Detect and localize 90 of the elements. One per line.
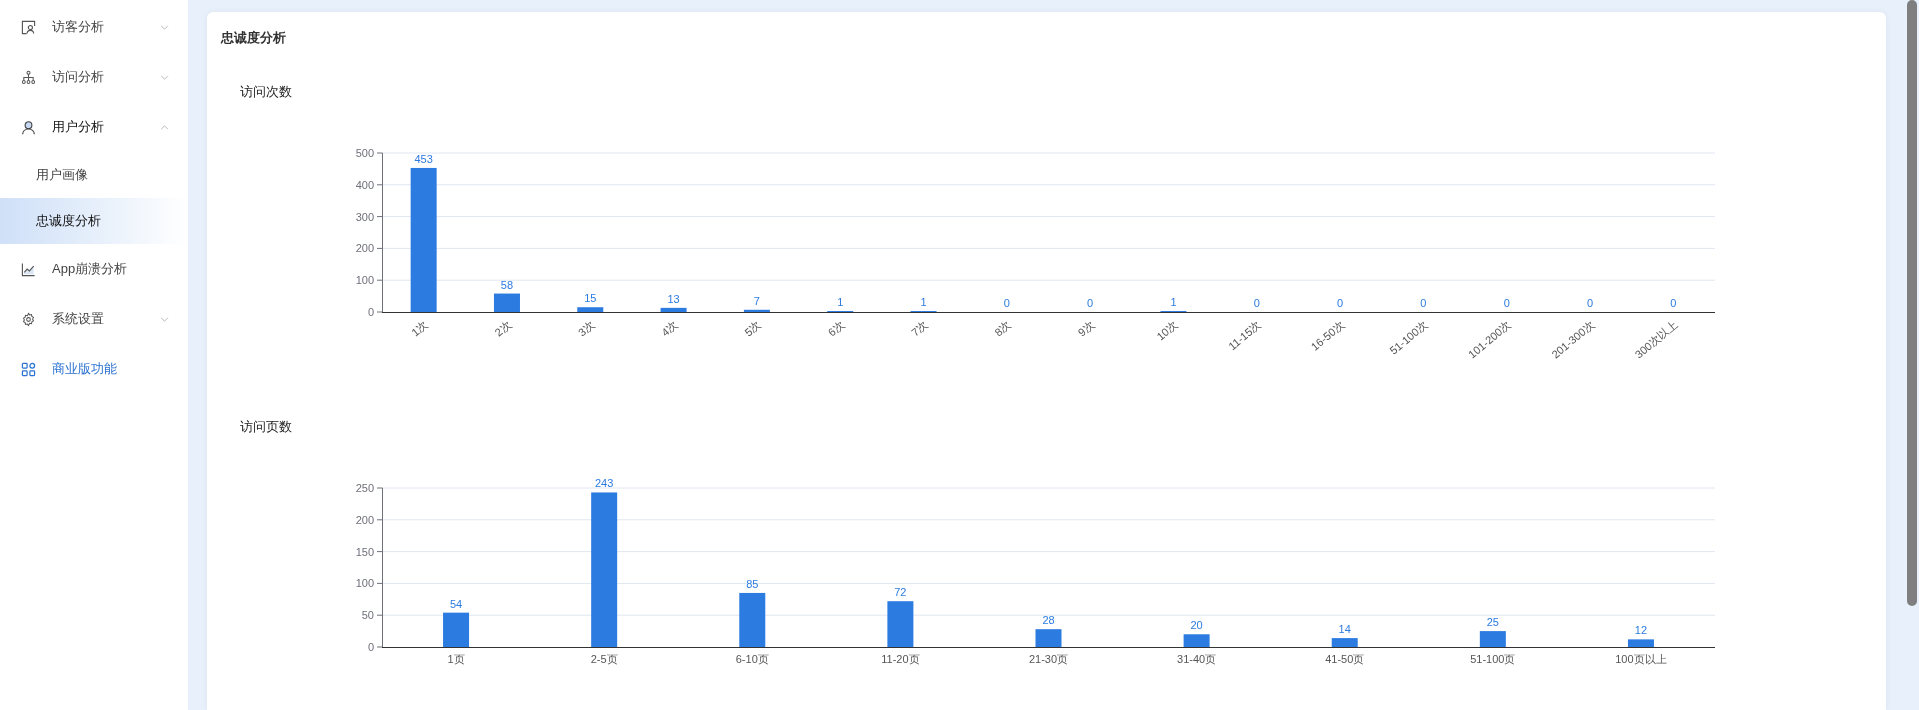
bar [739, 592, 766, 647]
category-label: 3次 [575, 318, 597, 339]
y-tick-label: 150 [355, 545, 374, 558]
category-label: 51-100页 [1470, 653, 1516, 665]
person-frame-icon [21, 19, 36, 35]
value-label: 1 [920, 296, 927, 308]
y-tick-label: 0 [367, 306, 374, 318]
value-label: 12 [1634, 624, 1648, 637]
menu-item[interactable]: 访客分析 [0, 2, 188, 52]
category-label: 9次 [1075, 318, 1097, 339]
value-label: 25 [1486, 616, 1499, 629]
category-label: 1次 [409, 318, 430, 339]
y-tick-label: 100 [355, 274, 374, 287]
value-label: 0 [1503, 297, 1510, 309]
chart-title: 访问页数 [240, 419, 292, 435]
category-label: 100页以上 [1615, 653, 1667, 665]
value-label: 1 [837, 296, 844, 308]
user-icon [21, 119, 36, 135]
value-label: 85 [746, 577, 759, 590]
menu-item[interactable]: 访问分析 [0, 52, 188, 102]
value-label: 0 [1420, 297, 1427, 309]
value-label: 0 [1337, 297, 1344, 309]
bar [1627, 639, 1654, 647]
category-label: 21-30页 [1028, 653, 1069, 665]
line-chart-icon [21, 261, 36, 277]
menu-item[interactable]: 系统设置 [0, 294, 188, 344]
chart-title: 访问次数 [240, 84, 292, 100]
value-label: 0 [1670, 297, 1677, 309]
value-label: 7 [753, 294, 760, 307]
chevron-up-icon [160, 124, 169, 130]
value-label: 0 [1087, 297, 1094, 309]
category-label: 2次 [492, 318, 514, 339]
bar [493, 293, 520, 312]
menu-item[interactable]: 用户分析 [0, 102, 188, 152]
value-label: 0 [1586, 297, 1594, 309]
value-label: 243 [595, 477, 614, 490]
category-label: 10次 [1154, 318, 1180, 343]
menu-item[interactable]: 商业版功能 [0, 344, 188, 394]
bar [1183, 634, 1210, 647]
y-tick-label: 0 [367, 641, 374, 653]
y-tick-label: 200 [355, 513, 374, 526]
chevron-down-icon [160, 316, 169, 322]
menu-item[interactable]: App崩溃分析 [0, 244, 188, 294]
bar [887, 601, 914, 647]
bar [577, 307, 604, 312]
value-label: 28 [1042, 614, 1055, 627]
value-label: 54 [449, 597, 463, 610]
category-label: 4次 [659, 318, 680, 339]
category-label: 8次 [992, 318, 1014, 339]
value-label: 453 [414, 152, 433, 165]
bar [743, 309, 770, 312]
chevron-down-icon [160, 74, 169, 80]
value-label: 14 [1338, 623, 1351, 636]
value-label: 0 [1253, 297, 1260, 309]
submenu-item[interactable]: 用户画像 [0, 152, 188, 198]
category-label: 31-40页 [1177, 653, 1217, 665]
category-label: 11-20页 [881, 653, 920, 665]
value-label: 1 [1170, 296, 1177, 308]
y-tick-label: 500 [355, 147, 374, 159]
bar [1035, 629, 1062, 647]
settings-icon [21, 311, 36, 327]
hierarchy-icon [21, 69, 36, 85]
category-label: 41-50页 [1325, 653, 1365, 665]
y-tick-label: 100 [355, 577, 374, 590]
value-label: 15 [584, 292, 597, 305]
y-tick-label: 50 [361, 609, 374, 622]
y-tick-label: 200 [355, 242, 374, 255]
category-label: 6次 [825, 318, 847, 339]
grid-icon [21, 361, 36, 377]
bar [660, 307, 687, 312]
category-label: 7次 [909, 318, 930, 339]
bar [1331, 638, 1358, 647]
y-tick-label: 400 [355, 178, 374, 191]
value-label: 72 [894, 586, 907, 599]
value-label: 20 [1190, 619, 1203, 632]
scrollbar-thumb[interactable] [1907, 0, 1917, 606]
y-tick-label: 250 [355, 482, 374, 494]
page-title: 忠诚度分析 [221, 30, 286, 46]
value-label: 13 [667, 292, 680, 305]
category-label: 1页 [447, 653, 465, 665]
chevron-down-icon [160, 24, 169, 30]
category-label: 5次 [742, 318, 764, 339]
bar [443, 612, 470, 647]
category-label: 6-10页 [735, 653, 769, 665]
category-label: 300次以上 [1632, 318, 1680, 361]
value-label: 58 [500, 278, 514, 291]
bar [1479, 631, 1506, 647]
y-tick-label: 300 [355, 210, 374, 223]
value-label: 0 [1003, 297, 1010, 309]
category-label: 2-5页 [590, 653, 618, 665]
